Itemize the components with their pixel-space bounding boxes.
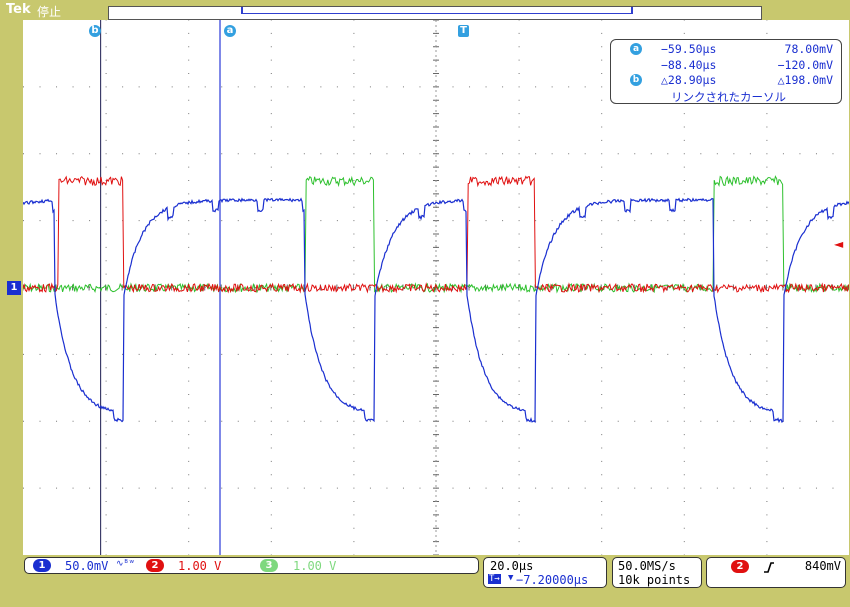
cursor-b-value: −120.0mV xyxy=(777,58,833,72)
cursor-b-badge: b xyxy=(630,74,642,86)
ch3-badge[interactable]: 3 xyxy=(260,559,278,572)
offset-arrow-icon: ▼ xyxy=(508,573,514,583)
cursor-b-time: −88.40µs xyxy=(661,58,717,72)
cursor-readout-panel: a −59.50µs 78.00mV −88.40µs −120.0mV b △… xyxy=(610,39,842,104)
cursor-delta-row: b △28.90µs △198.0mV xyxy=(611,73,841,88)
delta-value: △198.0mV xyxy=(777,73,833,87)
trigger-position-marker: T xyxy=(458,25,469,37)
bottom-status-bar: 1 50.0mV ∿ᴮʷ 2 1.00 V 3 1.00 V 20.0µs T→… xyxy=(0,555,850,607)
acquisition-state: 停止 xyxy=(37,5,62,19)
cursor-b-handle[interactable]: b xyxy=(89,25,101,37)
record-length: 10k points xyxy=(618,573,691,587)
cursor-mode-note: リンクされたカーソル xyxy=(671,90,786,104)
trigger-offset-icon: T→ xyxy=(488,574,501,584)
ch2-scale: 1.00 V xyxy=(178,559,222,573)
brand-logo: Tek xyxy=(6,2,31,17)
ch1-badge[interactable]: 1 xyxy=(33,559,51,572)
acquisition-panel: 50.0MS/s 10k points xyxy=(612,557,702,588)
timebase-panel[interactable]: 20.0µs T→ ▼ −7.20000µs xyxy=(483,557,607,588)
cursor-a-badge: a xyxy=(630,43,642,55)
ch2-badge[interactable]: 2 xyxy=(146,559,164,572)
oscilloscope-display: Tek 停止 b a T 1 ◄ a −59.50µs 78.00mV −88.… xyxy=(0,0,850,607)
delta-time: △28.90µs xyxy=(661,73,717,87)
cursor-b-values-row: −88.40µs −120.0mV xyxy=(611,58,841,73)
channel-scale-panel: 1 50.0mV ∿ᴮʷ 2 1.00 V 3 1.00 V xyxy=(24,557,479,574)
trigger-source-badge: 2 xyxy=(731,560,749,573)
trigger-level: 840mV xyxy=(804,559,841,573)
cursor-a-time: −59.50µs xyxy=(661,42,717,56)
ch3-scale: 1.00 V xyxy=(293,559,337,573)
record-view-bar xyxy=(108,6,762,20)
trigger-level-arrow-icon: ◄ xyxy=(834,237,844,251)
top-status-bar: Tek 停止 xyxy=(0,0,850,20)
bandwidth-limit-icon: ∿ᴮʷ xyxy=(116,559,135,569)
cursor-a-value: 78.00mV xyxy=(784,42,833,56)
trigger-panel[interactable]: 2 840mV xyxy=(706,557,846,588)
cursor-a-row: a −59.50µs 78.00mV xyxy=(611,42,841,57)
cursor-a-handle[interactable]: a xyxy=(224,25,236,37)
ch1-scale: 50.0mV xyxy=(65,559,109,573)
sample-rate: 50.0MS/s xyxy=(618,559,676,573)
rising-edge-icon xyxy=(764,562,774,573)
record-view-window[interactable] xyxy=(241,7,633,14)
ch1-ground-marker[interactable]: 1 xyxy=(7,281,21,295)
time-per-div: 20.0µs xyxy=(490,559,534,573)
horizontal-position: −7.20000µs xyxy=(516,573,589,587)
